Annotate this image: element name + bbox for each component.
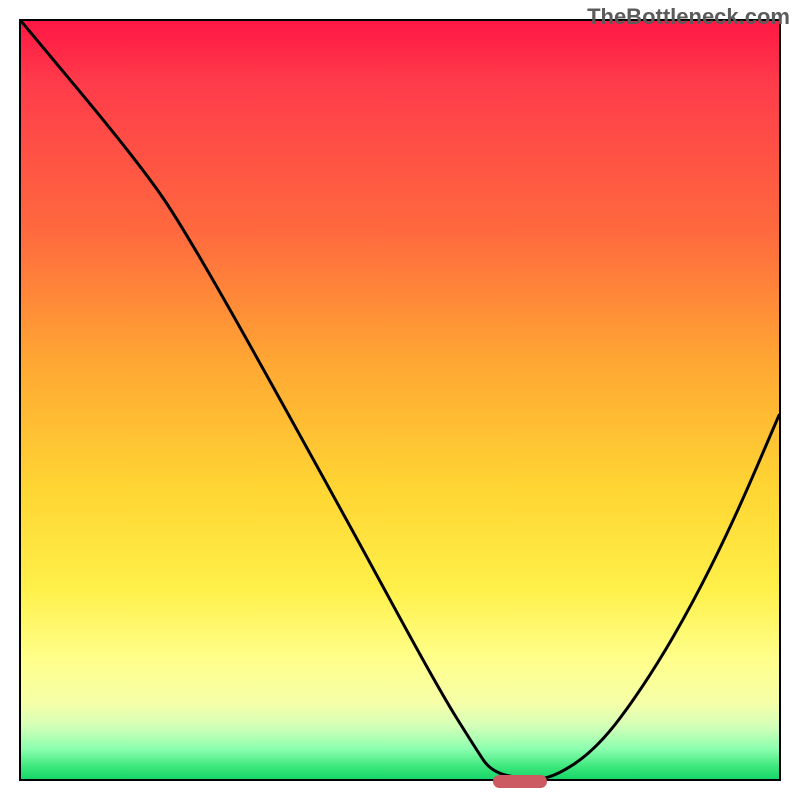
chart-container: TheBottleneck.com <box>0 0 800 800</box>
curve-path <box>21 21 779 779</box>
optimum-marker <box>493 775 546 788</box>
curve-svg <box>21 21 779 779</box>
watermark-text: TheBottleneck.com <box>587 4 790 30</box>
plot-area <box>19 19 781 781</box>
